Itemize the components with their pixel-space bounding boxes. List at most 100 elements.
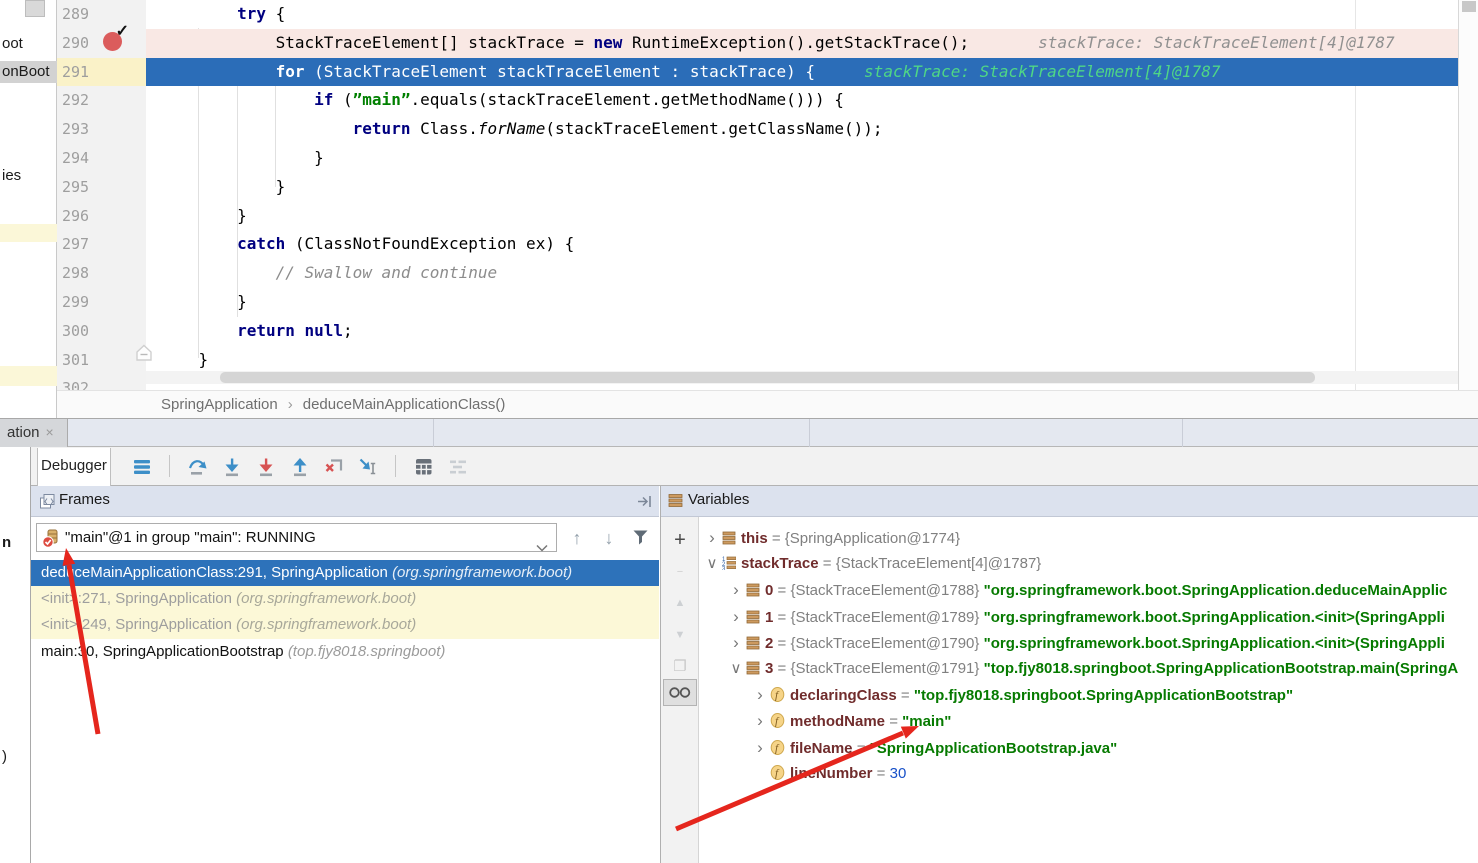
- field-icon: f: [770, 711, 785, 737]
- variable-row[interactable]: ›fdeclaringClass = "top.fjy8018.springbo…: [750, 682, 1478, 708]
- code-token: }: [237, 206, 247, 225]
- chevron-down-icon[interactable]: [536, 534, 548, 561]
- variable-number-value: 30: [890, 765, 907, 782]
- evaluate-expression-icon[interactable]: [411, 454, 437, 480]
- step-over-icon[interactable]: [185, 454, 211, 480]
- code-line[interactable]: for (StackTraceElement stackTraceElement…: [146, 58, 1458, 87]
- svg-text:3: 3: [722, 567, 726, 571]
- thread-selector-value: "main"@1 in group "main": RUNNING: [65, 524, 316, 551]
- code-line[interactable]: }: [146, 173, 1458, 202]
- breadcrumb-method[interactable]: deduceMainApplicationClass(): [299, 396, 510, 413]
- code-token: return: [237, 321, 295, 340]
- code-token: try: [237, 4, 276, 23]
- variable-row[interactable]: ∨3 = {StackTraceElement@1791} "top.fjy80…: [726, 656, 1478, 682]
- panel-divider[interactable]: [660, 486, 661, 863]
- chevron-collapsed-icon[interactable]: ›: [750, 682, 770, 708]
- variable-row[interactable]: ›ffileName = "SpringApplicationBootstrap…: [750, 735, 1478, 761]
- stack-frame-row[interactable]: <init>:271, SpringApplication (org.sprin…: [31, 586, 659, 612]
- fold-end-icon[interactable]: [135, 344, 153, 367]
- code-line[interactable]: return null;: [146, 317, 1458, 346]
- breadcrumb-separator-icon: ›: [282, 396, 299, 413]
- chevron-collapsed-icon[interactable]: ›: [750, 735, 770, 761]
- remove-watch-icon[interactable]: −: [668, 560, 692, 584]
- stack-frame-row[interactable]: <init>:249, SpringApplication (org.sprin…: [31, 612, 659, 638]
- duplicate-icon[interactable]: ❐: [668, 654, 692, 678]
- thread-selector[interactable]: "main"@1 in group "main": RUNNING: [36, 523, 557, 552]
- project-item-fragment: n: [2, 534, 11, 551]
- chevron-collapsed-icon[interactable]: ›: [702, 525, 722, 551]
- code-token: {: [276, 4, 286, 23]
- code-text: // Swallow and continue: [146, 263, 497, 282]
- frame-down-icon[interactable]: ↓: [597, 526, 621, 550]
- code-text: }: [146, 148, 324, 167]
- code-token: }: [199, 350, 209, 369]
- chevron-collapsed-icon[interactable]: ›: [726, 630, 746, 656]
- show-watches-icon[interactable]: [663, 679, 697, 706]
- trace-stream-icon[interactable]: [445, 454, 471, 480]
- hide-library-frames-filter-icon[interactable]: [632, 529, 649, 550]
- frame-package: (org.springframework.boot): [392, 564, 572, 581]
- line-number: 298: [57, 259, 146, 288]
- breadcrumb-class[interactable]: SpringApplication: [157, 396, 282, 413]
- editor-gutter[interactable]: 2892902912922932942952962972982993003013…: [57, 0, 146, 390]
- add-watch-icon[interactable]: +: [668, 528, 692, 552]
- code-token: }: [276, 177, 286, 196]
- project-scrollbar-thumb[interactable]: [25, 0, 45, 17]
- variable-reference: {StackTraceElement@1788}: [790, 582, 983, 599]
- chevron-expanded-icon[interactable]: ∨: [702, 551, 722, 577]
- code-line[interactable]: }: [146, 144, 1458, 173]
- ide-window: try { StackTraceElement[] stackTrace = n…: [0, 0, 1478, 863]
- code-line[interactable]: try {: [146, 0, 1458, 29]
- line-number: 299: [57, 288, 146, 317]
- code-token: null: [305, 321, 344, 340]
- variable-row[interactable]: ›2 = {StackTraceElement@1790} "org.sprin…: [726, 630, 1478, 656]
- variable-reference: {StackTraceElement[4]@1787}: [836, 555, 1042, 572]
- code-line[interactable]: }: [146, 202, 1458, 231]
- stack-frame-row[interactable]: deduceMainApplicationClass:291, SpringAp…: [31, 560, 659, 586]
- code-line[interactable]: StackTraceElement[] stackTrace = new Run…: [146, 29, 1458, 58]
- show-execution-point-icon[interactable]: [129, 454, 155, 480]
- tab-debugger[interactable]: Debugger: [37, 448, 111, 486]
- code-line[interactable]: catch (ClassNotFoundException ex) {: [146, 230, 1458, 259]
- run-to-cursor-icon[interactable]: [355, 454, 381, 480]
- vertical-scrollbar-thumb[interactable]: [1462, 1, 1476, 12]
- variable-name: lineNumber: [790, 765, 873, 782]
- force-step-into-icon[interactable]: [253, 454, 279, 480]
- restore-layout-icon[interactable]: [637, 495, 652, 512]
- frame-up-icon[interactable]: ↑: [565, 526, 589, 550]
- code-line[interactable]: // Swallow and continue: [146, 259, 1458, 288]
- variable-row[interactable]: ∨123stackTrace = {StackTraceElement[4]@1…: [702, 551, 1478, 577]
- chevron-collapsed-icon[interactable]: ›: [750, 708, 770, 734]
- move-down-icon[interactable]: ▼: [668, 623, 692, 647]
- code-line[interactable]: }: [146, 288, 1458, 317]
- variable-row[interactable]: ›1 = {StackTraceElement@1789} "org.sprin…: [726, 604, 1478, 630]
- variable-reference: {SpringApplication@1774}: [785, 530, 960, 547]
- debug-session-tab[interactable]: ation×: [0, 419, 68, 447]
- step-out-icon[interactable]: [287, 454, 313, 480]
- code-area[interactable]: try { StackTraceElement[] stackTrace = n…: [146, 0, 1458, 390]
- code-text: for (StackTraceElement stackTraceElement…: [146, 62, 1220, 81]
- close-icon[interactable]: ×: [46, 424, 54, 440]
- code-line[interactable]: if (”main”.equals(stackTraceElement.getM…: [146, 86, 1458, 115]
- chevron-expanded-icon[interactable]: ∨: [726, 656, 746, 682]
- drop-frame-icon[interactable]: [321, 454, 347, 480]
- frames-panel-title: Frames: [59, 491, 110, 508]
- breakpoint-icon[interactable]: ✓: [103, 32, 122, 51]
- project-item-fragment: oot: [2, 35, 23, 52]
- variable-row[interactable]: ›0 = {StackTraceElement@1788} "org.sprin…: [726, 577, 1478, 603]
- chevron-collapsed-icon[interactable]: ›: [726, 577, 746, 603]
- variables-panel-header: Variables: [661, 486, 1478, 517]
- code-token: StackTraceElement[] stackTrace =: [276, 33, 594, 52]
- chevron-collapsed-icon[interactable]: ›: [726, 604, 746, 630]
- variable-row[interactable]: flineNumber = 30: [750, 761, 1478, 787]
- variables-panel-title: Variables: [688, 491, 749, 508]
- code-line[interactable]: return Class.forName(stackTraceElement.g…: [146, 115, 1458, 144]
- variable-reference: {StackTraceElement@1791}: [790, 660, 983, 677]
- move-up-icon[interactable]: ▲: [668, 591, 692, 615]
- step-into-icon[interactable]: [219, 454, 245, 480]
- variable-row[interactable]: ›this = {SpringApplication@1774}: [702, 525, 1478, 551]
- horizontal-scrollbar-thumb[interactable]: [220, 372, 1315, 383]
- line-number: 294: [57, 144, 146, 173]
- variable-row[interactable]: ›fmethodName = "main": [750, 708, 1478, 734]
- stack-frame-row[interactable]: main:30, SpringApplicationBootstrap (top…: [31, 639, 659, 665]
